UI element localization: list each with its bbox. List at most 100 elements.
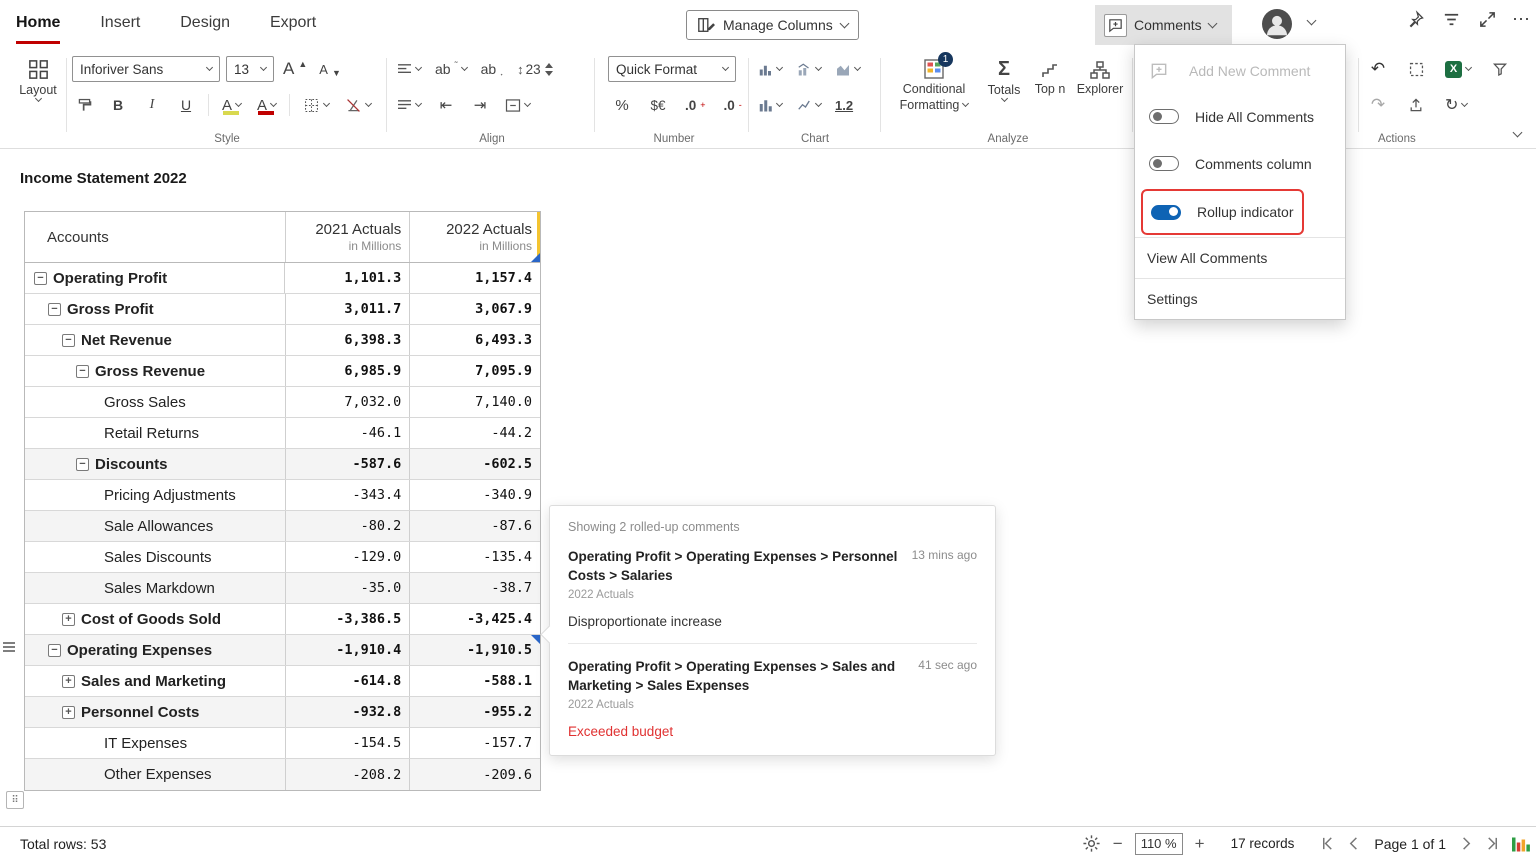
user-avatar[interactable] <box>1262 9 1292 39</box>
layout-button[interactable]: Layout <box>14 58 62 101</box>
rollup-comment-indicator[interactable] <box>531 635 540 644</box>
underline-button[interactable]: U <box>174 92 198 118</box>
value-2022-cell[interactable]: -602.5 <box>410 449 540 479</box>
last-page-button[interactable] <box>1485 836 1500 851</box>
account-cell[interactable]: Sale Allowances <box>25 511 286 541</box>
column-chart-button[interactable] <box>754 92 785 118</box>
value-2022-cell[interactable]: 1,157.4 <box>410 263 540 293</box>
account-cell[interactable]: −Discounts <box>25 449 286 479</box>
value-2021-cell[interactable]: 1,101.3 <box>285 263 410 293</box>
account-cell[interactable]: Sales Markdown <box>25 573 286 603</box>
avatar-chevron-icon[interactable] <box>1307 16 1317 26</box>
value-2021-cell[interactable]: 7,032.0 <box>286 387 411 417</box>
next-page-button[interactable] <box>1458 836 1473 851</box>
manage-columns-button[interactable]: Manage Columns <box>686 10 859 40</box>
collapse-toggle-icon[interactable]: − <box>76 458 89 471</box>
top-n-button[interactable]: Top n <box>1028 60 1072 96</box>
rollup-indicator-header[interactable] <box>531 253 540 262</box>
value-2022-cell[interactable]: -955.2 <box>410 697 540 727</box>
percent-format-button[interactable]: % <box>610 92 634 118</box>
superscript-button[interactable]: ab˜ <box>432 56 470 82</box>
account-cell[interactable]: −Gross Revenue <box>25 356 286 386</box>
value-2022-cell[interactable]: -1,910.5 <box>410 635 540 665</box>
column-header-2022[interactable]: 2022 Actuals in Millions <box>410 212 540 262</box>
column-header-accounts[interactable]: Accounts <box>25 212 286 262</box>
rollup-indicator-toggle[interactable] <box>1151 205 1181 220</box>
account-cell[interactable]: −Gross Profit <box>25 294 286 324</box>
menu-item-hide-all-comments[interactable]: Hide All Comments <box>1135 93 1345 140</box>
collapse-toggle-icon[interactable]: − <box>34 272 47 285</box>
more-options-button[interactable]: ⋯ <box>1508 6 1534 32</box>
account-cell[interactable]: Gross Sales <box>25 387 286 417</box>
expand-toggle-icon[interactable]: + <box>62 613 75 626</box>
vertical-align-button[interactable] <box>394 56 424 82</box>
line-chart-button[interactable] <box>793 92 824 118</box>
borders-button[interactable] <box>300 92 332 118</box>
tab-export[interactable]: Export <box>270 0 316 41</box>
value-2021-cell[interactable]: 3,011.7 <box>286 294 411 324</box>
column-header-2021[interactable]: 2021 Actuals in Millions <box>286 212 411 262</box>
zoom-in-button[interactable]: + <box>1195 835 1205 852</box>
menu-item-settings[interactable]: Settings <box>1135 279 1345 319</box>
zoom-level-input[interactable]: 110 % <box>1135 833 1183 855</box>
menu-item-view-all-comments[interactable]: View All Comments <box>1135 238 1345 278</box>
tab-insert[interactable]: Insert <box>100 0 140 41</box>
account-cell[interactable]: Retail Returns <box>25 418 286 448</box>
prev-page-button[interactable] <box>1347 836 1362 851</box>
value-2022-cell[interactable]: 3,067.9 <box>410 294 540 324</box>
value-2022-cell[interactable]: -135.4 <box>410 542 540 572</box>
currency-format-button[interactable]: $€ <box>646 92 670 118</box>
publish-button[interactable] <box>1404 92 1428 118</box>
collapse-toggle-icon[interactable]: − <box>48 644 61 657</box>
zoom-out-button[interactable]: − <box>1113 835 1123 852</box>
first-page-button[interactable] <box>1320 836 1335 851</box>
bar-chart-button[interactable] <box>754 56 785 82</box>
area-chart-button[interactable] <box>832 56 863 82</box>
value-2021-cell[interactable]: -35.0 <box>286 573 411 603</box>
value-2021-cell[interactable]: -1,910.4 <box>286 635 411 665</box>
decrease-indent-button[interactable]: ⇤ <box>434 92 458 118</box>
increase-font-size-button[interactable]: A▲ <box>280 56 310 82</box>
account-cell[interactable]: Other Expenses <box>25 759 286 790</box>
totals-button[interactable]: Σ Totals <box>982 58 1026 101</box>
value-2022-cell[interactable]: -340.9 <box>410 480 540 510</box>
collapse-toggle-icon[interactable]: − <box>76 365 89 378</box>
combo-chart-button[interactable] <box>793 56 824 82</box>
value-2021-cell[interactable]: -343.4 <box>286 480 411 510</box>
conditional-formatting-button[interactable]: 1 Conditional Formatting <box>890 58 978 112</box>
value-2022-cell[interactable]: -588.1 <box>410 666 540 696</box>
row-drag-handle[interactable] <box>2 641 16 653</box>
value-2021-cell[interactable]: -208.2 <box>286 759 411 790</box>
comments-column-toggle[interactable] <box>1149 156 1179 171</box>
font-family-select[interactable]: Inforiver Sans <box>72 56 220 82</box>
explorer-button[interactable]: Explorer <box>1074 60 1126 96</box>
value-2022-cell[interactable]: -3,425.4 <box>410 604 540 634</box>
increase-decimal-button[interactable]: .0+ <box>682 92 709 118</box>
collapse-toggle-icon[interactable]: − <box>62 334 75 347</box>
table-move-handle[interactable]: ⠿ <box>6 791 24 809</box>
comment-item[interactable]: Operating Profit > Operating Expenses > … <box>568 548 977 629</box>
value-2021-cell[interactable]: -80.2 <box>286 511 411 541</box>
comments-button[interactable]: Comments <box>1095 5 1232 45</box>
increase-indent-button[interactable]: ⇥ <box>468 92 492 118</box>
collapse-toggle-icon[interactable]: − <box>48 303 61 316</box>
account-cell[interactable]: +Cost of Goods Sold <box>25 604 286 634</box>
value-2022-cell[interactable]: -44.2 <box>410 418 540 448</box>
menu-item-rollup-indicator[interactable]: Rollup indicator <box>1143 191 1302 233</box>
fullscreen-button[interactable] <box>1474 6 1500 32</box>
tab-home[interactable]: Home <box>16 0 60 44</box>
font-color-button[interactable]: A <box>254 92 279 118</box>
font-size-select[interactable]: 13 <box>226 56 274 82</box>
value-2021-cell[interactable]: 6,398.3 <box>286 325 411 355</box>
merge-cells-button[interactable] <box>502 92 533 118</box>
account-cell[interactable]: IT Expenses <box>25 728 286 758</box>
account-cell[interactable]: −Operating Profit <box>25 263 285 293</box>
menu-item-comments-column[interactable]: Comments column <box>1135 140 1345 187</box>
account-cell[interactable]: +Sales and Marketing <box>25 666 286 696</box>
value-2021-cell[interactable]: -46.1 <box>286 418 411 448</box>
value-2021-cell[interactable]: 6,985.9 <box>286 356 411 386</box>
row-filter-button[interactable] <box>1438 6 1464 32</box>
subscript-button[interactable]: ab˖ <box>478 56 507 82</box>
undo-button[interactable]: ↶ <box>1366 56 1390 82</box>
value-2022-cell[interactable]: -38.7 <box>410 573 540 603</box>
